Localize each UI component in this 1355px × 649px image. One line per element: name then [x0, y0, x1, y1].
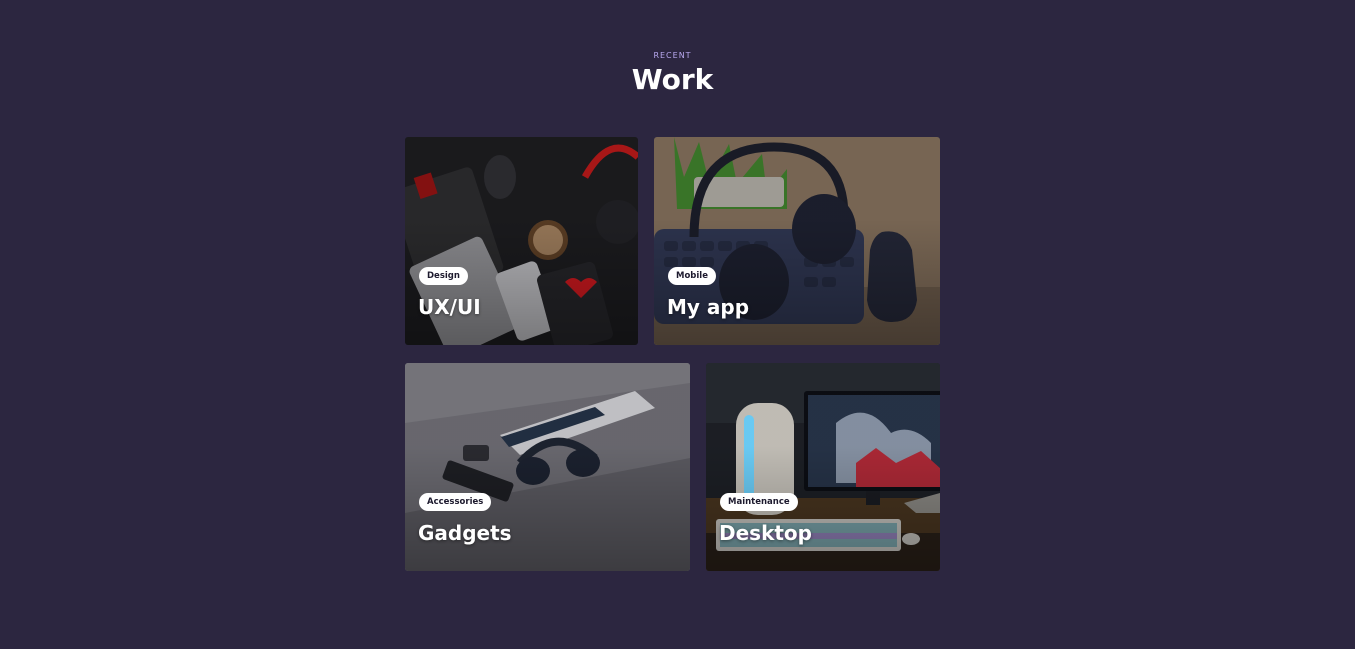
- project-card-my-app[interactable]: Mobile My app: [654, 137, 940, 345]
- project-title: UX/UI: [418, 295, 481, 319]
- project-card-ux-ui[interactable]: Design UX/UI: [405, 137, 638, 345]
- project-tag: Mobile: [668, 267, 716, 285]
- section-title: Work: [631, 63, 714, 96]
- project-tag: Design: [419, 267, 468, 285]
- recent-work-section: RECENT Work Design UX/UI Mobile My app A…: [0, 0, 1355, 649]
- project-card-desktop[interactable]: Maintenance Desktop: [706, 363, 940, 571]
- project-tag: Maintenance: [720, 493, 798, 511]
- project-title: My app: [667, 295, 750, 319]
- project-tag: Accessories: [419, 493, 492, 511]
- section-eyebrow: RECENT: [653, 51, 692, 60]
- project-title: Gadgets: [418, 521, 512, 545]
- project-card-gadgets[interactable]: Accessories Gadgets: [405, 363, 690, 571]
- project-title: Desktop: [719, 521, 812, 545]
